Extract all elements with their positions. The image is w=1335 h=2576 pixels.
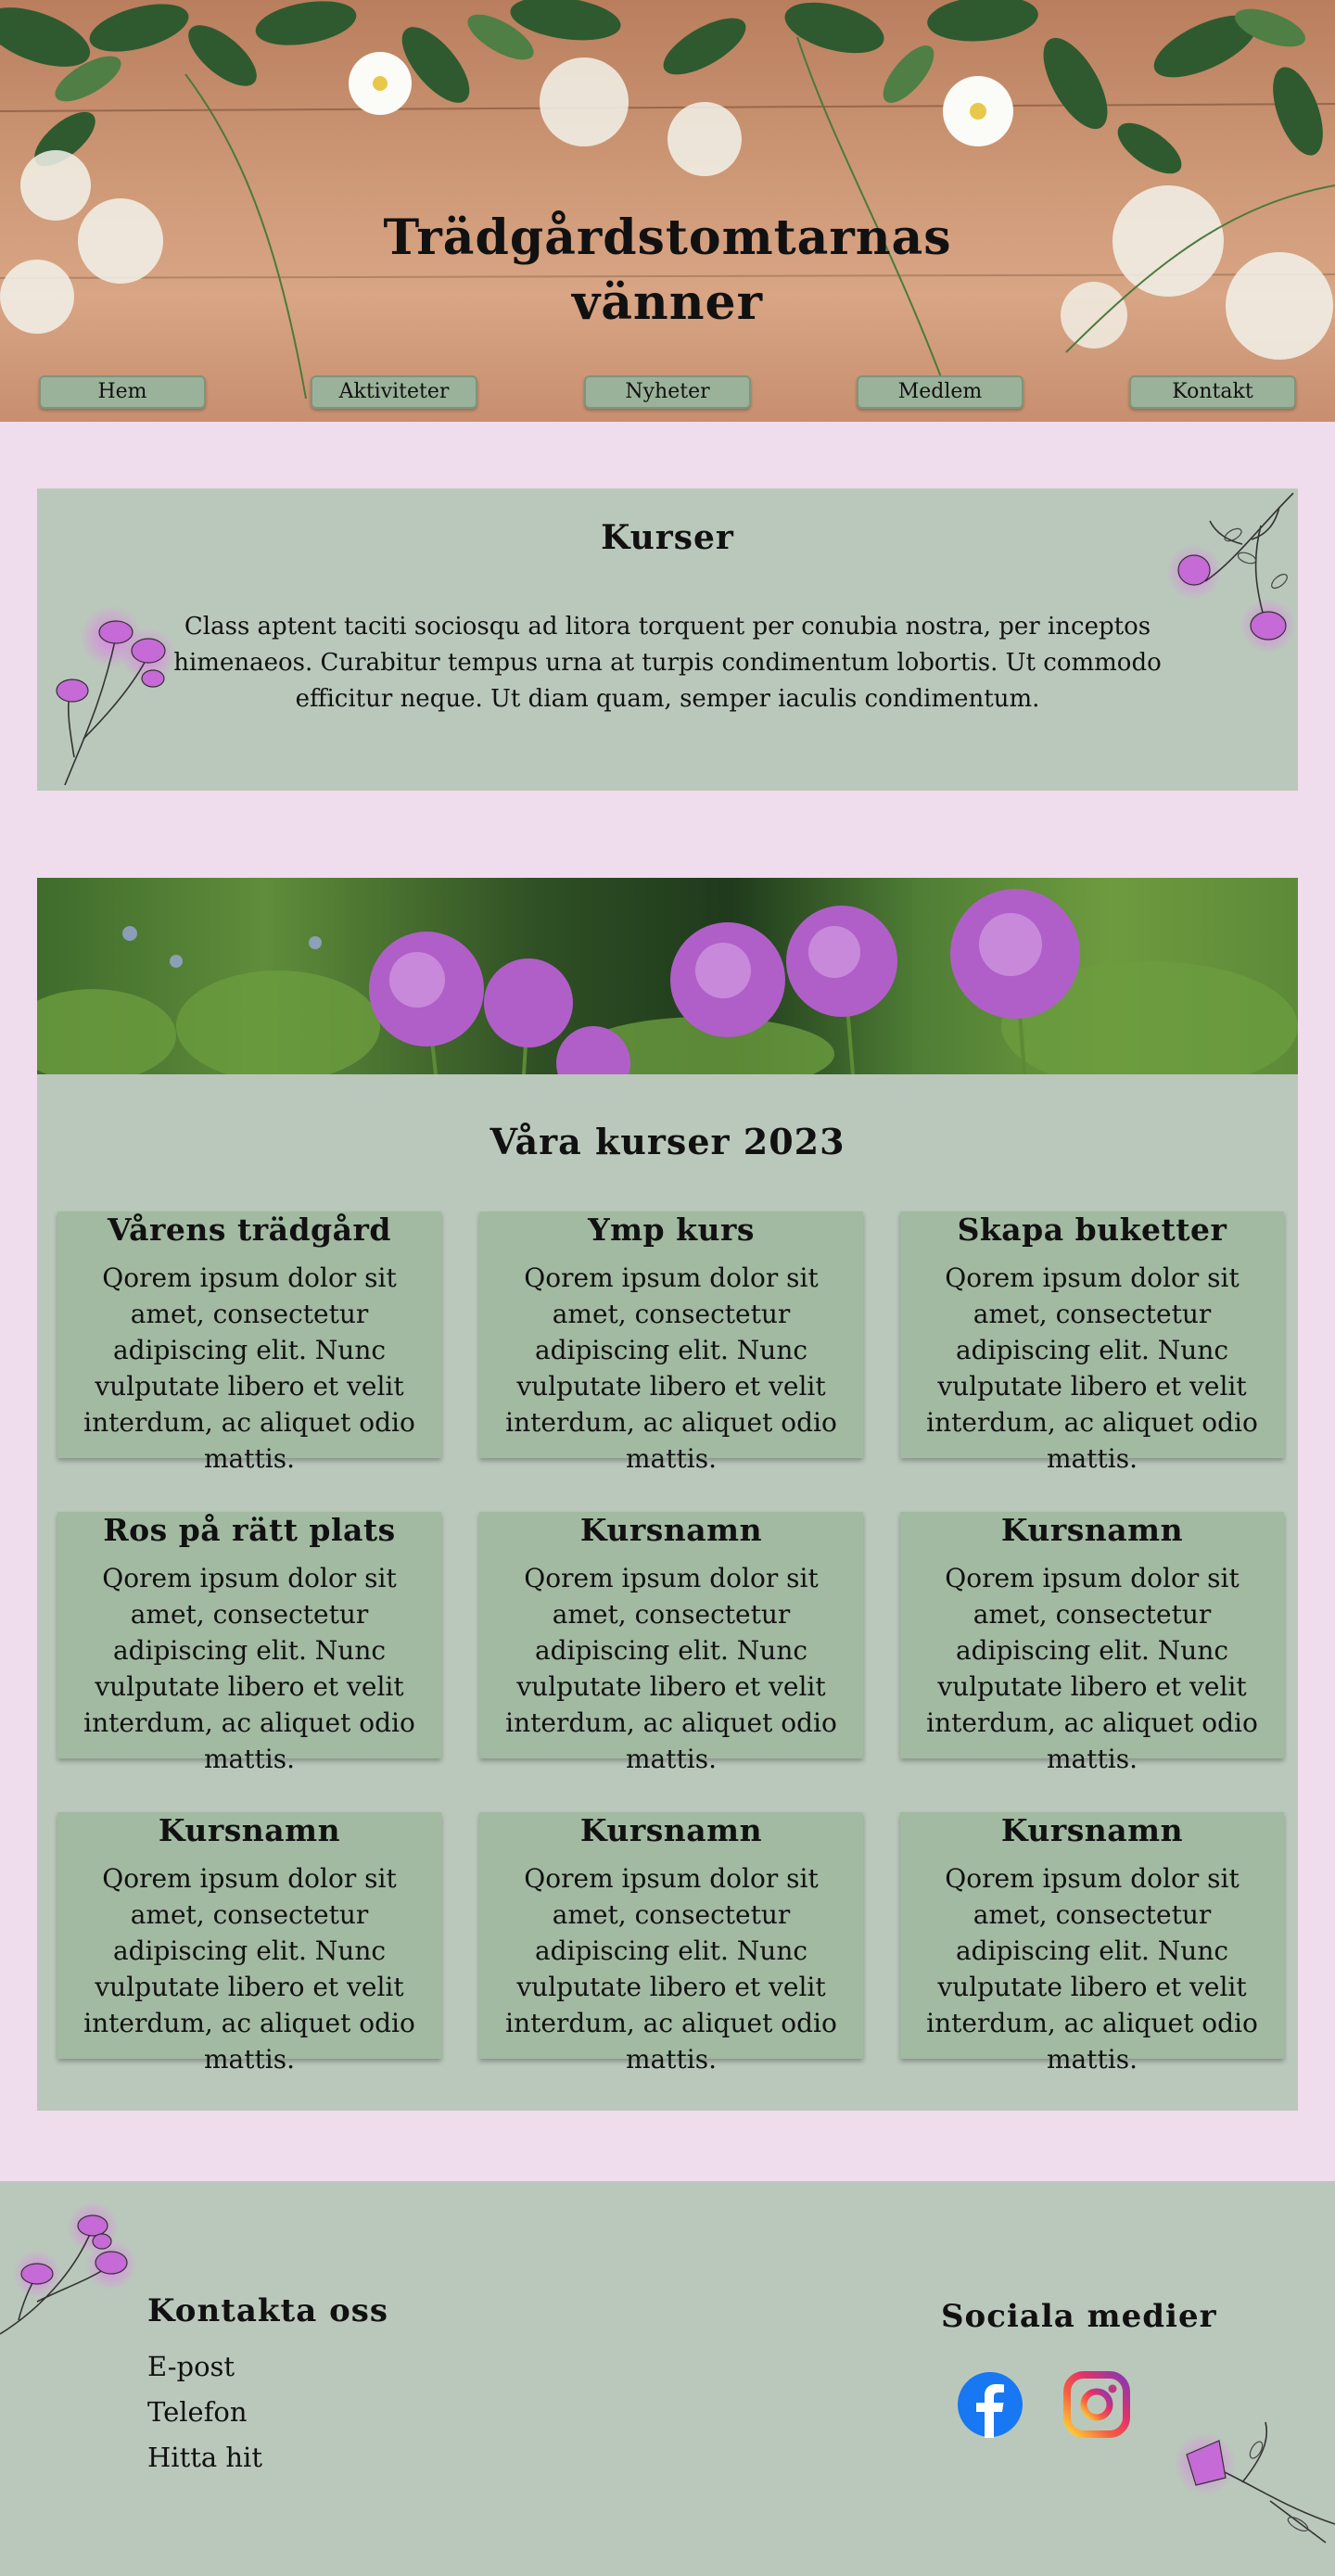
- course-card[interactable]: Ros på rätt plats Qorem ipsum dolor sit …: [57, 1512, 441, 1774]
- course-text: Qorem ipsum dolor sit amet, consectetur …: [926, 1263, 1258, 1474]
- course-card[interactable]: Kursnamn Qorem ipsum dolor sit amet, con…: [900, 1812, 1284, 2075]
- course-card[interactable]: Kursnamn Qorem ipsum dolor sit amet, con…: [479, 1512, 863, 1774]
- flower-illustration-icon: [0, 2202, 137, 2335]
- instagram-icon[interactable]: [1063, 2371, 1130, 2438]
- course-card[interactable]: Kursnamn Qorem ipsum dolor sit amet, con…: [900, 1512, 1284, 1774]
- site-title: Trädgårdstomtarnas vänner: [0, 206, 1335, 336]
- course-card[interactable]: Kursnamn Qorem ipsum dolor sit amet, con…: [479, 1812, 863, 2075]
- course-title: Kursnamn: [579, 1812, 763, 1848]
- course-title: Vårens trädgård: [108, 1212, 391, 1248]
- courses-section: Våra kurser 2023 Vårens trädgård Qorem i…: [37, 878, 1298, 2111]
- course-text: Qorem ipsum dolor sit amet, consectetur …: [83, 1563, 415, 1774]
- flower-illustration-icon: [56, 605, 176, 785]
- nav-item-kontakt[interactable]: Kontakt: [1129, 375, 1296, 409]
- site-title-line2: vänner: [571, 274, 763, 331]
- intro-section: Kurser Class aptent taciti sociosqu ad l…: [37, 489, 1298, 791]
- course-card[interactable]: Kursnamn Qorem ipsum dolor sit amet, con…: [57, 1812, 441, 2075]
- course-title: Ymp kurs: [588, 1212, 755, 1248]
- contact-title: Kontakta oss: [147, 2292, 389, 2329]
- site-title-line1: Trädgårdstomtarnas: [383, 209, 952, 266]
- course-card[interactable]: Vårens trädgård Qorem ipsum dolor sit am…: [57, 1212, 441, 1474]
- course-title: Skapa buketter: [957, 1212, 1227, 1248]
- courses-title: Våra kurser 2023: [490, 1121, 846, 1162]
- course-card[interactable]: Ymp kurs Qorem ipsum dolor sit amet, con…: [479, 1212, 863, 1474]
- nav-item-medlem[interactable]: Medlem: [857, 375, 1024, 409]
- course-text: Qorem ipsum dolor sit amet, consectetur …: [505, 1563, 837, 1774]
- nav-item-nyheter[interactable]: Nyheter: [584, 375, 751, 409]
- nav-item-hem[interactable]: Hem: [39, 375, 206, 409]
- directions-link[interactable]: Hitta hit: [147, 2442, 262, 2473]
- nav-item-aktiviteter[interactable]: Aktiviteter: [311, 375, 477, 409]
- course-text: Qorem ipsum dolor sit amet, consectetur …: [83, 1863, 415, 2075]
- social-title: Sociala medier: [941, 2298, 1217, 2335]
- facebook-icon[interactable]: [957, 2371, 1024, 2438]
- course-title: Kursnamn: [1000, 1512, 1184, 1548]
- course-text: Qorem ipsum dolor sit amet, consectetur …: [926, 1863, 1258, 2075]
- site-footer: Kontakta oss E-post Telefon Hitta hit So…: [0, 2181, 1335, 2576]
- hero-header: Trädgårdstomtarnas vänner Hem Aktivitete…: [0, 0, 1335, 422]
- phone-link[interactable]: Telefon: [147, 2396, 248, 2428]
- course-title: Kursnamn: [1000, 1812, 1184, 1848]
- course-card[interactable]: Skapa buketter Qorem ipsum dolor sit ame…: [900, 1212, 1284, 1474]
- intro-title: Kurser: [601, 518, 734, 557]
- course-text: Qorem ipsum dolor sit amet, consectetur …: [83, 1263, 415, 1474]
- course-text: Qorem ipsum dolor sit amet, consectetur …: [926, 1563, 1258, 1774]
- course-title: Kursnamn: [158, 1812, 341, 1848]
- course-title: Kursnamn: [579, 1512, 763, 1548]
- course-text: Qorem ipsum dolor sit amet, consectetur …: [505, 1863, 837, 2075]
- allium-banner-image: [37, 878, 1298, 1074]
- course-title: Ros på rätt plats: [103, 1512, 396, 1548]
- rose-illustration-icon: [1174, 2421, 1335, 2544]
- email-link[interactable]: E-post: [147, 2351, 235, 2382]
- intro-text: Class aptent taciti sociosqu ad litora t…: [173, 613, 1162, 713]
- course-text: Qorem ipsum dolor sit amet, consectetur …: [505, 1263, 837, 1474]
